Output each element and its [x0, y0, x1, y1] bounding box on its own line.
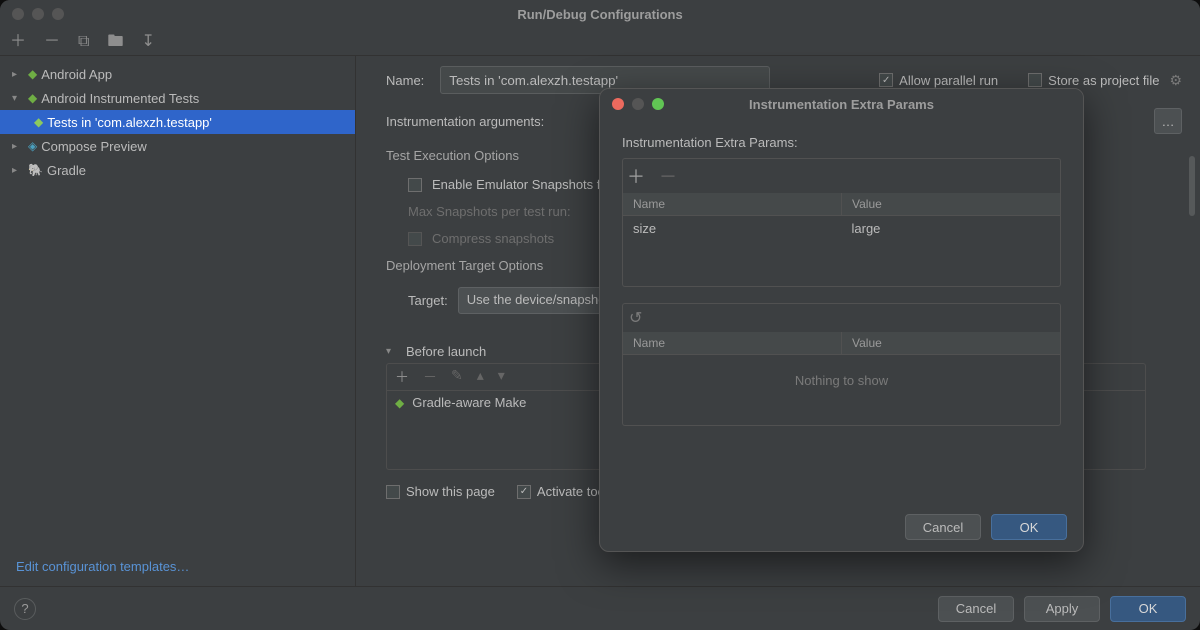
collapse-icon[interactable]	[12, 93, 24, 104]
collapse-icon[interactable]	[386, 346, 398, 357]
add-task-icon[interactable]: ＋	[395, 367, 409, 387]
store-as-file-checkbox[interactable]	[1028, 73, 1042, 87]
window-title: Run/Debug Configurations	[517, 7, 682, 22]
close-icon[interactable]	[12, 8, 24, 20]
before-launch-label: Before launch	[406, 344, 486, 359]
show-this-page-checkbox[interactable]	[386, 485, 400, 499]
task-label: Gradle-aware Make	[412, 395, 526, 410]
secondary-table[interactable]: Name Value Nothing to show	[622, 332, 1061, 426]
params-toolbar: ＋ －	[622, 158, 1061, 193]
config-tree[interactable]: ◆ Android App ◆ Android Instrumented Tes…	[0, 56, 355, 547]
cancel-button[interactable]: Cancel	[938, 596, 1014, 622]
max-snapshots-label: Max Snapshots per test run:	[408, 204, 571, 219]
tree-node-instrumented-tests[interactable]: ◆ Android Instrumented Tests	[0, 86, 355, 110]
android-icon: ◆	[34, 115, 43, 129]
ok-button[interactable]: OK	[991, 514, 1067, 540]
zoom-icon[interactable]	[52, 8, 64, 20]
tree-node-gradle[interactable]: 🐘 Gradle	[0, 158, 355, 182]
param-name-cell[interactable]: size	[623, 216, 842, 241]
android-icon: ◆	[395, 396, 404, 410]
empty-label: Nothing to show	[623, 355, 1060, 406]
scrollbar[interactable]	[1189, 156, 1195, 216]
cancel-button[interactable]: Cancel	[905, 514, 981, 540]
target-label: Target:	[408, 293, 448, 308]
instrumentation-args-button[interactable]: …	[1154, 108, 1182, 134]
edit-task-icon[interactable]: ✎	[451, 367, 463, 387]
name-label: Name:	[386, 73, 424, 88]
run-debug-config-window: Run/Debug Configurations ＋ － ⧉ 🖿 ↧ ◆ And…	[0, 0, 1200, 630]
store-as-file-label: Store as project file	[1048, 73, 1159, 88]
window-controls	[0, 8, 64, 20]
params-table[interactable]: Name Value size large	[622, 193, 1061, 287]
expand-icon[interactable]	[12, 165, 24, 176]
instrumentation-args-label: Instrumentation arguments:	[386, 114, 544, 129]
close-icon[interactable]	[612, 98, 624, 110]
android-icon: ◆	[28, 91, 37, 105]
ok-button[interactable]: OK	[1110, 596, 1186, 622]
compress-label: Compress snapshots	[432, 231, 554, 246]
config-tree-panel: ◆ Android App ◆ Android Instrumented Tes…	[0, 56, 356, 586]
copy-config-icon[interactable]: ⧉	[78, 34, 89, 50]
tree-label: Tests in 'com.alexzh.testapp'	[47, 115, 212, 130]
undo-icon[interactable]: ↺	[622, 303, 1061, 332]
param-value-cell[interactable]: large	[842, 216, 1061, 241]
tree-label: Android Instrumented Tests	[41, 91, 199, 106]
remove-param-icon[interactable]: －	[659, 163, 677, 189]
edit-templates-link[interactable]: Edit configuration templates…	[0, 547, 355, 586]
table-row[interactable]: size large	[623, 216, 1060, 241]
col-value-header: Value	[842, 193, 1060, 215]
params-heading: Instrumentation Extra Params:	[622, 135, 1061, 150]
zoom-icon[interactable]	[652, 98, 664, 110]
allow-parallel-label: Allow parallel run	[899, 73, 998, 88]
add-config-icon[interactable]: ＋	[10, 34, 26, 50]
apply-button[interactable]: Apply	[1024, 596, 1100, 622]
tree-label: Gradle	[47, 163, 86, 178]
enable-snapshots-checkbox[interactable]	[408, 178, 422, 192]
dialog-footer: ? Cancel Apply OK	[0, 586, 1200, 630]
tree-label: Android App	[41, 67, 112, 82]
col-value-header: Value	[842, 332, 1060, 354]
activate-tool-window-checkbox[interactable]	[517, 485, 531, 499]
minimize-icon[interactable]	[32, 8, 44, 20]
config-toolbar: ＋ － ⧉ 🖿 ↧	[0, 28, 1200, 56]
col-name-header: Name	[623, 332, 842, 354]
gear-icon[interactable]: ⚙	[1169, 72, 1182, 89]
tree-node-tests-in-package[interactable]: ◆ Tests in 'com.alexzh.testapp'	[0, 110, 355, 134]
tree-node-android-app[interactable]: ◆ Android App	[0, 62, 355, 86]
gradle-icon: 🐘	[28, 163, 43, 177]
help-button[interactable]: ?	[14, 598, 36, 620]
tree-node-compose-preview[interactable]: ◈ Compose Preview	[0, 134, 355, 158]
titlebar: Run/Debug Configurations	[0, 0, 1200, 28]
col-name-header: Name	[623, 193, 842, 215]
target-select[interactable]: Use the device/snapshot	[458, 287, 620, 314]
remove-task-icon[interactable]: －	[423, 367, 437, 387]
expand-icon[interactable]	[12, 141, 24, 152]
sort-config-icon[interactable]: ↧	[141, 34, 154, 50]
compose-icon: ◈	[28, 139, 37, 153]
allow-parallel-checkbox[interactable]	[879, 73, 893, 87]
add-param-icon[interactable]: ＋	[627, 163, 645, 189]
minimize-icon[interactable]	[632, 98, 644, 110]
instrumentation-params-dialog: Instrumentation Extra Params Instrumenta…	[599, 88, 1084, 552]
tree-label: Compose Preview	[41, 139, 147, 154]
dialog-title: Instrumentation Extra Params	[749, 97, 934, 112]
show-this-page-label: Show this page	[406, 484, 495, 499]
save-config-icon[interactable]: 🖿	[107, 34, 123, 50]
expand-icon[interactable]	[12, 69, 24, 80]
move-down-icon[interactable]: ▾	[498, 367, 505, 387]
android-icon: ◆	[28, 67, 37, 81]
remove-config-icon[interactable]: －	[44, 34, 60, 50]
compress-checkbox[interactable]	[408, 232, 422, 246]
move-up-icon[interactable]: ▴	[477, 367, 484, 387]
